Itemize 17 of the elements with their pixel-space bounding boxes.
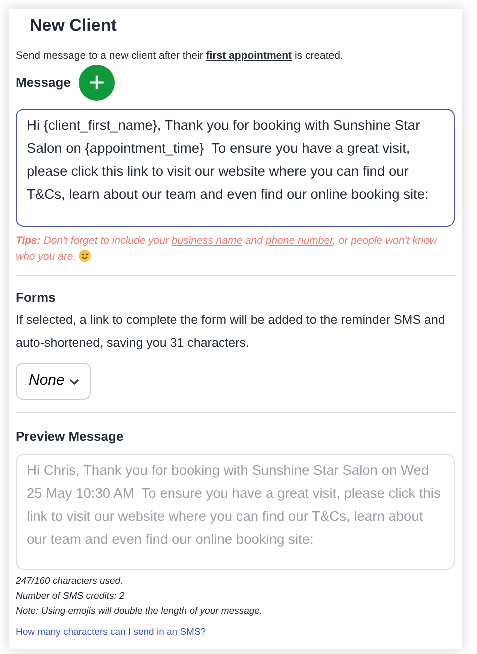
- note-text: 247/160 characters used.: [16, 575, 124, 590]
- message-label: Message: [16, 74, 71, 92]
- chevron-down-icon: [68, 378, 80, 386]
- forms-label: Forms: [16, 288, 57, 307]
- note-text: Number of SMS credits: 2: [16, 590, 126, 604]
- tips-text: Tips: Don't forget to include your business name and phone number, or people won't know who you are.: [16, 234, 439, 265]
- forms-description: If selected, a link to complete the form will be added to the reminder SMS and auto-shortened, saving you 31 characters.: [16, 312, 446, 352]
- preview-label: Preview Message: [16, 428, 125, 446]
- appointment-link[interactable]: first appointment: [206, 50, 292, 62]
- card-title: New Client: [30, 15, 118, 37]
- intro-text: Send message to a new client after their first appointment is created.: [16, 49, 344, 64]
- wink-emoji-icon: [79, 250, 92, 262]
- forms-select[interactable]: None: [16, 363, 91, 400]
- add-button[interactable]: +: [78, 64, 115, 101]
- message-field[interactable]: Hi {client_first_name}, Thank you for booking with Sunshine Star Salon on {appointment_time} To ensure you have a great visit, please click this link to visit our website where you can find our T&Cs, learn about our team and even find our online booking site:: [16, 108, 455, 227]
- note-text: Note: Using emojis will double the length of your message.: [16, 605, 264, 620]
- help-link[interactable]: How many characters can I send in an SMS?: [16, 627, 206, 638]
